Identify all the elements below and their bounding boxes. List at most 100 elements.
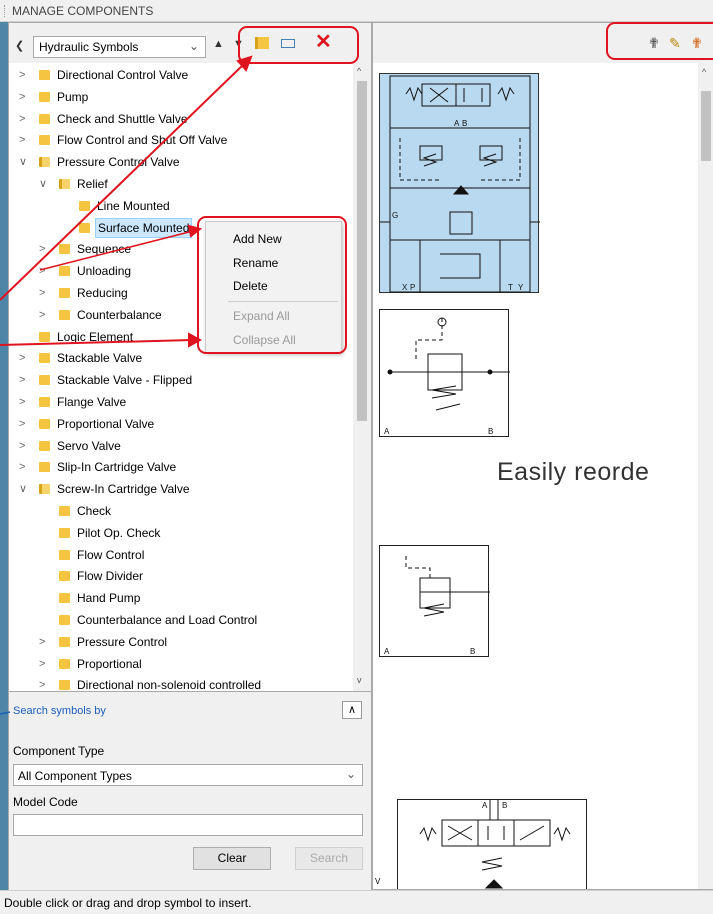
grip-handle[interactable] [4,5,7,17]
port-label-b: B [470,647,475,656]
expand-chevron-icon[interactable]: > [19,130,31,150]
expand-chevron-icon[interactable]: > [19,65,31,85]
port-label-p: P [410,283,415,292]
callout-toolbar [238,26,359,64]
model-code-input[interactable] [13,814,363,836]
tree-node-label: Pump [57,89,89,104]
port-label-y: Y [518,283,524,292]
symbol-tile[interactable]: A B G X P T Y [379,73,540,293]
expand-chevron-icon[interactable]: > [19,414,31,434]
expand-chevron-icon[interactable]: > [39,632,51,652]
expand-chevron-icon[interactable]: > [19,392,31,412]
tree-node-label: Check and Shuttle Valve [57,111,188,126]
folder-icon [39,462,50,473]
valve-symbol-graphic: A B [419,800,571,889]
tree-node-label: Flow Control [77,547,145,562]
expand-chevron-icon[interactable]: > [39,305,51,325]
folder-icon [39,375,50,386]
title-bar: MANAGE COMPONENTS [0,0,713,22]
component-type-dropdown[interactable]: All Component Types ⌄ [13,764,363,786]
clear-button[interactable]: Clear [193,847,271,870]
expand-chevron-icon[interactable]: > [39,239,51,259]
tree-node-label: Hand Pump [77,591,141,606]
port-label-a: A [384,647,390,656]
valve-symbol-graphic: A B G [384,317,510,436]
tree-scrollbar[interactable]: ^ v [353,63,371,691]
tree-node-label: Check [77,504,112,518]
chevron-down-icon: ⌄ [188,39,199,53]
collapse-search-button[interactable]: ∧ [342,701,362,719]
tree-node-label: Reducing [77,286,128,300]
tree-node-label: Servo Valve [57,438,121,453]
window-title: MANAGE COMPONENTS [12,4,154,18]
tree-node-label: Slip-In Cartridge Valve [57,460,177,475]
library-dropdown[interactable]: Hydraulic Symbols ⌄ [33,36,206,58]
folder-icon [59,615,70,625]
reorder-caption: Easily reorde [497,458,650,486]
folder-icon [59,636,70,647]
search-button[interactable]: Search [295,847,363,870]
folder-icon [59,549,70,560]
move-up-icon[interactable]: ▲ [213,38,224,50]
tree-node-label: Directional Control Valve [57,68,189,82]
symbol-tree[interactable]: > Directional Control Valve > Pump > Check an… [9,63,353,691]
tree-node-label: Counterbalance and Load Control [77,613,258,627]
symbol-port-label: V [375,877,381,886]
expand-chevron-icon[interactable]: > [19,109,31,129]
port-label-g: G [392,211,398,220]
component-type-value: All Component Types [18,769,132,783]
valve-symbol-graphic: A B G X P T Y [380,75,540,293]
symbol-tile[interactable]: A B G [379,545,490,657]
search-header: Search symbols by [13,705,106,717]
folder-icon [39,70,50,80]
tree-node-label: Pressure Control Valve [57,155,180,170]
model-code-label: Model Code [13,795,78,809]
port-label-b: B [488,427,493,436]
collapse-chevron-icon[interactable]: ∨ [19,152,31,172]
tree-node-label: Stackable Valve [57,351,143,366]
tree-node-label: Relief [77,177,108,191]
folder-icon [59,571,70,582]
tree-node-label: Proportional Valve [57,416,155,431]
port-label-b: B [462,119,467,128]
expand-chevron-icon[interactable]: > [39,654,51,674]
expand-chevron-icon[interactable]: > [39,675,51,691]
status-bar: Double click or drag and drop symbol to … [0,890,713,914]
tree-node-label: Unloading [77,264,132,279]
folder-icon [59,658,70,669]
library-dropdown-value: Hydraulic Symbols [39,40,139,54]
expand-chevron-icon[interactable]: > [19,370,31,390]
expand-chevron-icon[interactable]: > [19,436,31,456]
tree-node-label: Line Mounted [97,198,170,213]
back-chevron-icon[interactable]: ❮ [15,39,24,52]
expand-chevron-icon[interactable]: > [19,87,31,107]
symbol-tile[interactable]: A B G [379,309,510,437]
scroll-up-icon[interactable]: ^ [702,67,706,77]
folder-icon [39,353,50,364]
folder-icon [59,527,70,538]
valve-symbol-graphic: A B G [384,556,490,656]
folder-icon [39,440,50,451]
folder-icon [59,244,70,255]
expand-chevron-icon[interactable]: > [19,348,31,368]
tree-node-label: Flange Valve [57,395,127,409]
folder-icon [39,397,50,407]
collapse-chevron-icon[interactable]: ∨ [39,174,51,194]
expand-chevron-icon[interactable]: > [39,261,51,281]
scroll-up-icon[interactable]: ^ [357,66,361,76]
folder-icon [59,266,70,277]
port-label-b: B [502,801,507,810]
tree-node-label: Counterbalance [77,307,162,322]
tree-scroll-thumb[interactable] [357,81,367,421]
preview-scrollbar[interactable]: ^ [698,63,713,889]
symbol-tile[interactable]: A B [397,799,587,889]
tree-node-label: Directional non-solenoid controlled [77,678,262,691]
collapse-chevron-icon[interactable]: ∨ [19,479,31,499]
tree-node-label: Proportional [77,656,142,671]
scroll-down-icon[interactable]: v [357,675,362,685]
preview-scroll-thumb[interactable] [701,91,711,161]
folder-icon [59,680,70,691]
folder-icon [39,91,50,102]
expand-chevron-icon[interactable]: > [19,457,31,477]
expand-chevron-icon[interactable]: > [39,283,51,303]
